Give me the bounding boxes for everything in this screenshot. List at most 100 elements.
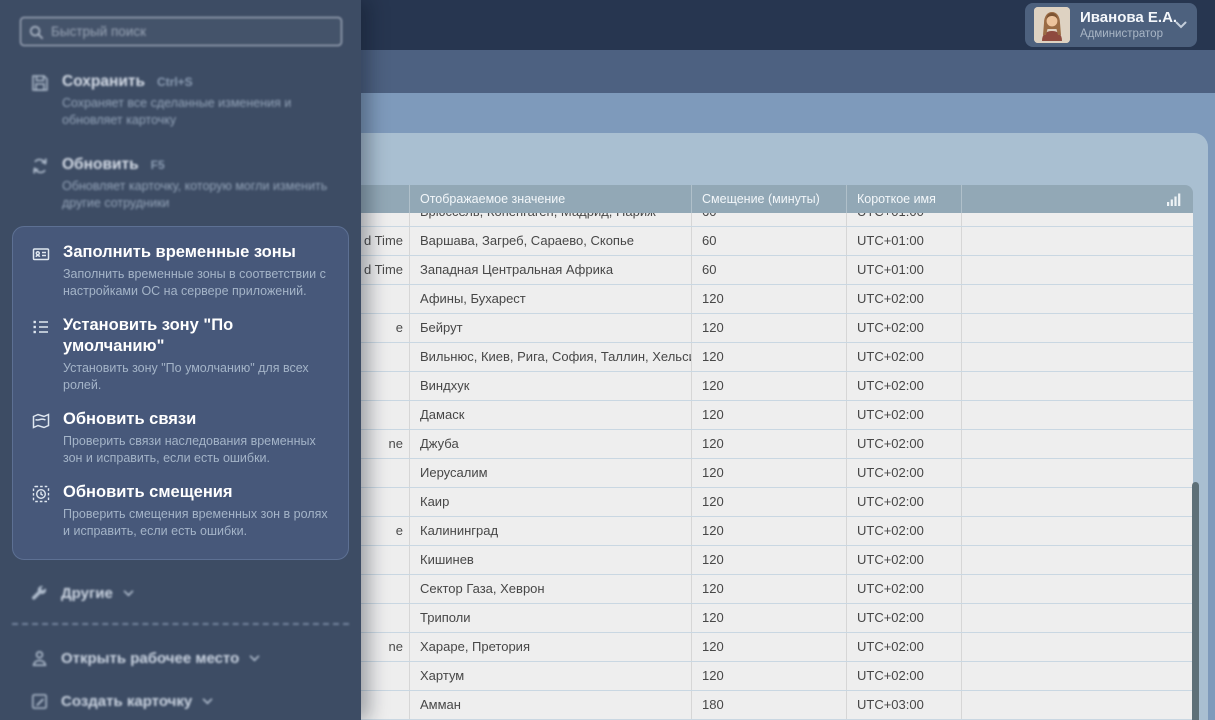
user-name: Иванова Е.А. <box>1080 9 1178 26</box>
quick-search[interactable] <box>20 17 342 46</box>
cell-short-name: UTC+02:00 <box>847 517 962 545</box>
cell-extra <box>962 517 1193 545</box>
cell-offset-minutes: 120 <box>692 343 847 371</box>
cell-extra <box>962 459 1193 487</box>
cell-offset-minutes: 120 <box>692 314 847 342</box>
menu-item-label: Создать карточку <box>61 693 193 710</box>
menu-item-more[interactable]: Другие <box>30 584 345 603</box>
cell-short-name: UTC+02:00 <box>847 459 962 487</box>
cell-display-value: Иерусалим <box>410 459 692 487</box>
menu-item-label: Обновить <box>62 156 139 173</box>
cell-extra <box>962 430 1193 458</box>
cell-offset-minutes: 60 <box>692 227 847 255</box>
menu-item-open-workplace[interactable]: Открыть рабочее место <box>30 649 345 668</box>
cell-offset-minutes: 180 <box>692 691 847 719</box>
menu-item-label: Открыть рабочее место <box>61 650 240 667</box>
menu-item-label: Заполнить временные зоны <box>63 243 296 261</box>
menu-item-label: Установить зону "По умолчанию" <box>63 316 234 355</box>
cell-extra <box>962 488 1193 516</box>
column-header-offset[interactable]: Смещение (минуты) <box>692 185 847 213</box>
cell-short-name: UTC+01:00 <box>847 227 962 255</box>
person-icon <box>30 649 49 668</box>
cell-display-value: Кишинев <box>410 546 692 574</box>
column-header-short-name[interactable]: Короткое имя <box>847 185 962 213</box>
map-icon <box>31 411 51 431</box>
cell-extra <box>962 227 1193 255</box>
menu-item-label: Обновить смещения <box>63 483 233 501</box>
cell-offset-minutes: 60 <box>692 213 847 226</box>
cell-display-value: Дамаск <box>410 401 692 429</box>
cell-short-name: UTC+02:00 <box>847 662 962 690</box>
menu-item-label: Сохранить <box>62 73 145 90</box>
cell-offset-minutes: 120 <box>692 372 847 400</box>
cell-extra <box>962 633 1193 661</box>
chevron-down-icon <box>123 590 134 597</box>
cell-display-value: Каир <box>410 488 692 516</box>
cell-short-name: UTC+02:00 <box>847 401 962 429</box>
column-header-display-value[interactable]: Отображаемое значение <box>410 185 692 213</box>
cell-short-name: UTC+02:00 <box>847 314 962 342</box>
cell-display-value: Калининград <box>410 517 692 545</box>
clock-icon <box>31 484 51 504</box>
cell-display-value: Сектор Газа, Хеврон <box>410 575 692 603</box>
vertical-scrollbar[interactable] <box>1192 482 1199 720</box>
chevron-down-icon <box>202 698 213 705</box>
cell-short-name: UTC+02:00 <box>847 488 962 516</box>
cell-extra <box>962 314 1193 342</box>
cell-extra <box>962 691 1193 719</box>
menu-divider <box>12 623 349 625</box>
cell-short-name: UTC+03:00 <box>847 691 962 719</box>
search-input[interactable] <box>51 24 333 39</box>
chevron-down-icon <box>1175 21 1187 29</box>
cell-display-value: Вильнюс, Киев, Рига, София, Таллин, Хель… <box>410 343 692 371</box>
cell-display-value: Хараре, Претория <box>410 633 692 661</box>
cell-extra <box>962 604 1193 632</box>
cell-offset-minutes: 120 <box>692 459 847 487</box>
cell-display-value: Западная Центральная Африка <box>410 256 692 284</box>
cell-offset-minutes: 120 <box>692 604 847 632</box>
menu-item-set-default-zone[interactable]: Установить зону "По умолчанию" Установит… <box>31 315 334 394</box>
actions-menu-panel: Сохранить Ctrl+S Сохраняет все сделанные … <box>0 0 361 720</box>
cell-extra <box>962 401 1193 429</box>
menu-item-save[interactable]: Сохранить Ctrl+S Сохраняет все сделанные … <box>30 72 345 129</box>
cell-offset-minutes: 120 <box>692 285 847 313</box>
cell-offset-minutes: 120 <box>692 575 847 603</box>
cell-display-value: Варшава, Загреб, Сараево, Скопье <box>410 227 692 255</box>
cell-display-value: Брюссель, Копенгаген, Мадрид, Париж <box>410 213 692 226</box>
cell-offset-minutes: 120 <box>692 401 847 429</box>
wrench-icon <box>30 584 49 603</box>
cell-display-value: Хартум <box>410 662 692 690</box>
cell-short-name: UTC+02:00 <box>847 343 962 371</box>
user-menu[interactable]: Иванова Е.А. Администратор <box>1025 3 1197 47</box>
cell-offset-minutes: 120 <box>692 517 847 545</box>
cell-extra <box>962 372 1193 400</box>
menu-item-fill-timezones[interactable]: Заполнить временные зоны Заполнить време… <box>31 242 334 300</box>
menu-item-refresh[interactable]: Обновить F5 Обновляет карточку, которую м… <box>30 155 345 212</box>
bar-chart-icon[interactable] <box>1167 193 1181 206</box>
cell-short-name: UTC+02:00 <box>847 546 962 574</box>
cell-extra <box>962 546 1193 574</box>
cell-offset-minutes: 120 <box>692 633 847 661</box>
cell-display-value: Амман <box>410 691 692 719</box>
refresh-icon <box>30 156 50 176</box>
cell-short-name: UTC+01:00 <box>847 213 962 226</box>
id-card-icon <box>31 244 51 264</box>
menu-item-create-card[interactable]: Создать карточку <box>30 692 345 711</box>
list-icon <box>31 317 51 337</box>
column-header-extra[interactable] <box>962 185 1193 213</box>
search-icon <box>29 25 43 39</box>
cell-short-name: UTC+02:00 <box>847 604 962 632</box>
cell-offset-minutes: 120 <box>692 662 847 690</box>
shortcut-badge: F5 <box>150 158 165 172</box>
cell-extra <box>962 575 1193 603</box>
shortcut-badge: Ctrl+S <box>157 75 193 89</box>
save-icon <box>30 73 50 93</box>
cell-extra <box>962 256 1193 284</box>
avatar <box>1034 7 1070 43</box>
cell-extra <box>962 343 1193 371</box>
menu-item-update-offsets[interactable]: Обновить смещения Проверить смещения вре… <box>31 482 334 540</box>
cell-offset-minutes: 120 <box>692 488 847 516</box>
edit-icon <box>30 692 49 711</box>
menu-item-update-links[interactable]: Обновить связи Проверить связи наследова… <box>31 409 334 467</box>
menu-item-description: Обновляет карточку, которую могли измени… <box>62 179 328 210</box>
